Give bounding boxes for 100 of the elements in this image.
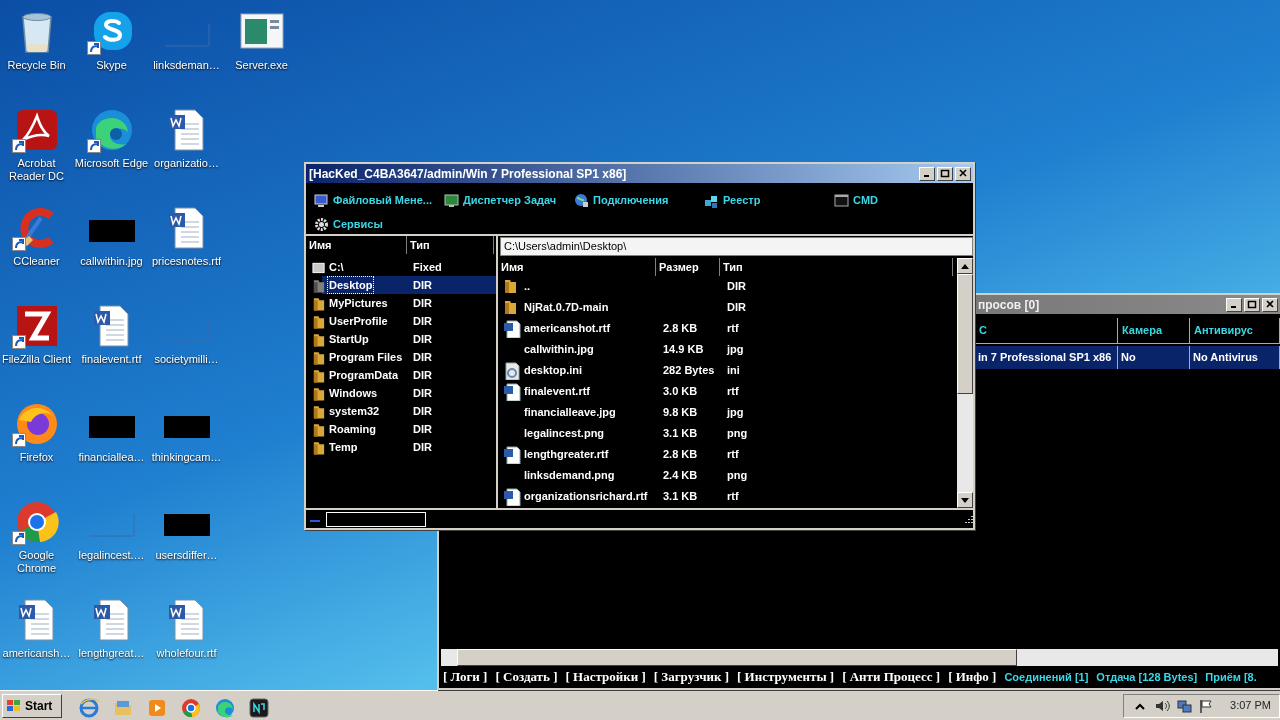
clock-text[interactable]: 3:07 PM bbox=[1230, 697, 1271, 714]
file-type: rtf bbox=[727, 489, 740, 505]
file-name[interactable]: desktop.ini bbox=[524, 362, 583, 379]
menu-item[interactable]: [ Создать ] bbox=[495, 667, 558, 687]
icon-label[interactable]: pricesnotes.rtf bbox=[149, 255, 224, 268]
tree-item[interactable]: system32 bbox=[328, 402, 381, 420]
vertical-scrollbar[interactable] bbox=[957, 258, 973, 508]
icon-label[interactable]: Skype bbox=[74, 59, 149, 72]
minimize-button[interactable] bbox=[919, 166, 935, 181]
toolbar-button[interactable]: Сервисы bbox=[314, 212, 444, 236]
maximize-button[interactable] bbox=[937, 166, 953, 181]
maximize-button[interactable] bbox=[1244, 297, 1260, 312]
file-size: 9.8 KB bbox=[663, 405, 699, 421]
file-name[interactable]: callwithin.jpg bbox=[524, 341, 594, 358]
browser-icon bbox=[79, 698, 99, 719]
browser-icon bbox=[215, 698, 235, 719]
toolbar-button[interactable]: CMD bbox=[834, 188, 964, 212]
toolbar-button[interactable]: Подключения bbox=[574, 188, 704, 212]
tree-item[interactable]: MyPictures bbox=[328, 294, 389, 312]
file-name[interactable]: financialleave.jpg bbox=[524, 404, 616, 421]
window-title: [HacKed_C4BA3647/admin/Win 7 Professional SP1 x86] bbox=[309, 165, 627, 183]
file-name[interactable]: legalincest.png bbox=[524, 425, 605, 442]
scroll-down-arrow-icon[interactable] bbox=[961, 497, 969, 503]
flag-icon[interactable] bbox=[1198, 697, 1215, 714]
icon-label[interactable]: Acrobat Reader DC bbox=[0, 157, 74, 183]
menu-item[interactable]: [ Инфо ] bbox=[948, 667, 997, 687]
file-name[interactable]: .. bbox=[524, 278, 531, 295]
type-text: DIR bbox=[413, 313, 432, 329]
tree-item[interactable]: Roaming bbox=[328, 420, 378, 438]
icon-label[interactable]: Recycle Bin bbox=[0, 59, 74, 72]
table-cell[interactable]: No bbox=[1118, 346, 1190, 369]
close-button[interactable] bbox=[1262, 297, 1278, 312]
tree-item[interactable]: StartUp bbox=[328, 330, 370, 348]
file-size: 2.8 KB bbox=[663, 321, 699, 337]
file-size: 2.4 KB bbox=[663, 468, 699, 484]
toolbar-button[interactable]: Диспетчер Задач bbox=[444, 188, 574, 212]
menu-item[interactable]: [ Настройки ] bbox=[565, 667, 646, 687]
icon-label[interactable]: CCleaner bbox=[0, 255, 74, 268]
icon-label[interactable]: Google Chrome bbox=[0, 549, 74, 575]
file-name[interactable]: organizationsrichard.rtf bbox=[524, 488, 648, 505]
path-field[interactable]: C:\Users\admin\Desktop\ bbox=[500, 237, 973, 256]
file-type: jpg bbox=[727, 342, 745, 358]
horizontal-scrollbar[interactable] bbox=[441, 649, 1278, 666]
toolbar-button[interactable]: Реестр bbox=[704, 188, 834, 212]
tree-item[interactable]: UserProfile bbox=[328, 312, 389, 330]
icon-label[interactable]: financiallea… bbox=[74, 451, 149, 464]
icon-label[interactable]: Server.exe bbox=[224, 59, 299, 72]
folder-icon bbox=[312, 349, 326, 365]
file-size: 3.0 KB bbox=[663, 384, 699, 400]
menu-item[interactable]: [ Анти Процесс ] bbox=[842, 667, 941, 687]
input-field[interactable] bbox=[326, 511, 426, 527]
tree-item[interactable]: Program Files bbox=[328, 348, 404, 366]
icon-label[interactable]: Firefox bbox=[0, 451, 74, 464]
type-text: DIR bbox=[413, 295, 432, 311]
scroll-up-arrow-icon[interactable] bbox=[961, 263, 969, 269]
file-size: 14.9 KB bbox=[663, 342, 705, 358]
folder-icon bbox=[312, 331, 326, 347]
column-header[interactable]: Имя bbox=[306, 236, 407, 254]
minimize-button[interactable] bbox=[1226, 297, 1242, 312]
type-text: Fixed bbox=[413, 259, 442, 275]
menu-item[interactable]: [ Загрузчик ] bbox=[653, 667, 730, 687]
file-name[interactable]: NjRat.0.7D-main bbox=[524, 299, 609, 316]
column-header[interactable]: Тип bbox=[720, 258, 953, 276]
menu-item[interactable]: [ Инструменты ] bbox=[737, 667, 835, 687]
column-header[interactable]: Антивирус bbox=[1190, 318, 1280, 344]
file-name[interactable]: americanshot.rtf bbox=[524, 320, 611, 337]
icon-label[interactable]: callwithin.jpg bbox=[74, 255, 149, 268]
tree-item[interactable]: C:\ bbox=[328, 258, 345, 276]
column-header[interactable]: Камера bbox=[1118, 318, 1190, 344]
maximize-icon bbox=[1247, 300, 1257, 309]
toolbar-button[interactable]: Файловый Мене... bbox=[314, 188, 444, 212]
start-button[interactable]: Start bbox=[2, 693, 62, 718]
file-name[interactable]: linksdemand.png bbox=[524, 467, 615, 484]
tree-item[interactable]: Windows bbox=[328, 384, 379, 402]
icon-label[interactable]: linksdeman… bbox=[149, 59, 224, 72]
icon-label[interactable]: finalevent.rtf bbox=[74, 353, 149, 366]
icon-label[interactable]: thinkingcam… bbox=[149, 451, 224, 464]
tree-item[interactable]: ProgramData bbox=[328, 366, 400, 384]
file-name[interactable]: finalevent.rtf bbox=[524, 383, 590, 400]
tree-item[interactable]: Temp bbox=[328, 438, 359, 456]
icon-label[interactable]: FileZilla Client bbox=[0, 353, 74, 366]
icon-label[interactable]: organizatio… bbox=[149, 157, 224, 170]
menu-item[interactable]: [ Логи ] bbox=[443, 667, 488, 687]
type-text: DIR bbox=[413, 421, 432, 437]
folder-icon bbox=[312, 277, 326, 293]
icon-label[interactable]: societymilli… bbox=[149, 353, 224, 366]
file-type: rtf bbox=[727, 321, 740, 337]
column-header[interactable]: Имя bbox=[498, 258, 656, 276]
close-button[interactable] bbox=[955, 166, 971, 181]
icon-label[interactable]: Microsoft Edge bbox=[74, 157, 149, 170]
icon-label[interactable]: legalincest.… bbox=[74, 549, 149, 562]
column-header[interactable]: Размер bbox=[656, 258, 720, 276]
file-type: rtf bbox=[727, 447, 740, 463]
status-text: Отдача [128 Bytes] bbox=[1096, 669, 1198, 685]
folder-icon bbox=[312, 367, 326, 383]
network-icon[interactable] bbox=[1176, 697, 1193, 714]
column-header[interactable]: Тип bbox=[407, 236, 494, 254]
table-cell[interactable]: No Antivirus bbox=[1190, 346, 1280, 369]
table-cell[interactable]: in 7 Professional SP1 x86 bbox=[975, 346, 1118, 369]
file-name[interactable]: lengthgreater.rtf bbox=[524, 446, 609, 463]
